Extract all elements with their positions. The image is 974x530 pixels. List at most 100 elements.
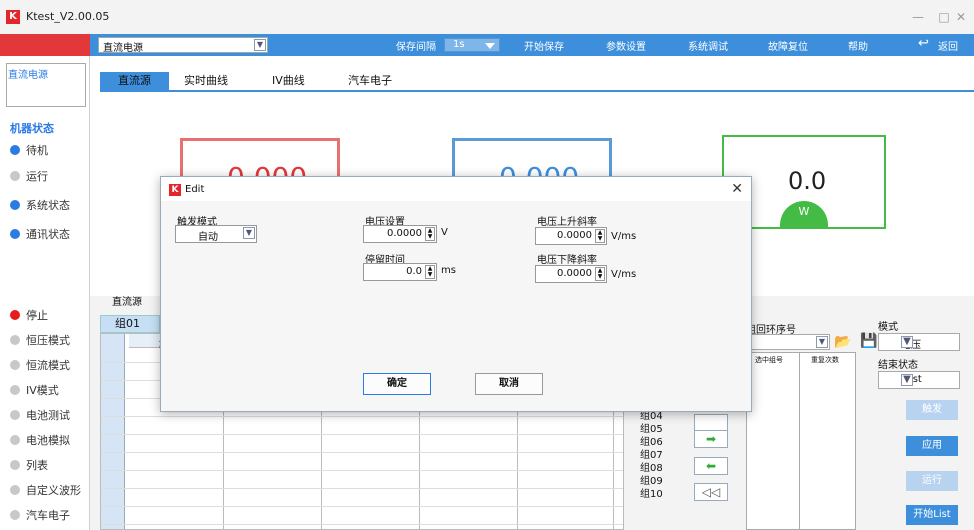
loop-select[interactable]: ▼: [746, 334, 830, 350]
mode-custom-wave[interactable]: 自定义波形: [10, 482, 81, 498]
mode-list[interactable]: 列表: [10, 457, 48, 473]
rewind-icon[interactable]: ◁◁: [694, 483, 728, 501]
save-interval-select[interactable]: 1s: [444, 38, 500, 52]
radio-dot-icon: [10, 335, 20, 345]
mode-label: 模式: [878, 322, 898, 333]
radio-dot-icon: [10, 410, 20, 420]
start-list-button[interactable]: 开始List: [906, 505, 958, 525]
radio-dot-icon: [10, 385, 20, 395]
lower-tab-dc-source[interactable]: 直流源: [112, 293, 142, 308]
run-button[interactable]: 运行: [906, 471, 958, 491]
spin-arrows-icon[interactable]: ▲ ▼: [595, 267, 605, 281]
fall-slope-spinbox[interactable]: 0.0000 ▲ ▼: [535, 265, 607, 283]
end-state-select[interactable]: Last ▼: [878, 371, 960, 389]
dialog-title-bar: K Edit ✕: [161, 177, 751, 201]
fall-unit: V/ms: [611, 269, 637, 280]
group-list: 组04 组05 组06 组07 组08 组09 组10: [640, 410, 682, 501]
state-running: 运行: [10, 168, 48, 184]
rise-slope-label: 电压上升斜率: [537, 217, 597, 228]
mode-cc[interactable]: 恒流模式: [10, 357, 70, 373]
trigger-button[interactable]: 触发: [906, 400, 958, 420]
radio-dot-icon: [10, 435, 20, 445]
spin-arrows-icon[interactable]: ▲ ▼: [425, 227, 435, 241]
status-dot-icon: [10, 310, 20, 320]
brand-bar: [0, 34, 90, 56]
mode-battery-test[interactable]: 电池测试: [10, 407, 70, 423]
table-row: [101, 452, 623, 453]
list-item[interactable]: 组09: [640, 475, 682, 488]
status-dot-icon: [10, 171, 20, 181]
mode-stop[interactable]: 停止: [10, 307, 48, 323]
save-interval-value: 1s: [453, 39, 465, 50]
cancel-button[interactable]: 取消: [475, 373, 543, 395]
radio-dot-icon: [10, 485, 20, 495]
source-indicator: 直流电源: [6, 63, 86, 107]
title-bar: [0, 0, 974, 34]
power-value: 0.0: [788, 167, 827, 195]
help-button[interactable]: 帮助: [848, 38, 868, 53]
loop-divider: [799, 353, 800, 529]
list-item[interactable]: 组10: [640, 488, 682, 501]
tab-dc-source[interactable]: 直流源: [100, 72, 169, 90]
arrow-left-icon[interactable]: ⬅: [694, 457, 728, 475]
list-item[interactable]: 组08: [640, 462, 682, 475]
dialog-logo-icon: K: [169, 184, 181, 196]
radio-dot-icon: [10, 460, 20, 470]
tab-iv-curve[interactable]: IV曲线: [254, 72, 323, 90]
param-settings-button[interactable]: 参数设置: [606, 38, 646, 53]
loop-table[interactable]: 选中组号 重复次数: [746, 352, 856, 530]
dialog-title: Edit: [185, 184, 205, 195]
mode-select[interactable]: 电压 ▼: [878, 333, 960, 351]
table-row: [101, 488, 623, 489]
list-item[interactable]: 组07: [640, 449, 682, 462]
back-arrow-icon[interactable]: ↩: [918, 36, 929, 51]
dwell-time-spinbox[interactable]: 0.0 ▲ ▼: [363, 263, 437, 281]
system-debug-button[interactable]: 系统调试: [688, 38, 728, 53]
radio-dot-icon: [10, 510, 20, 520]
row-header-column: [101, 334, 125, 529]
trigger-mode-select[interactable]: 自动 ▼: [175, 225, 257, 243]
apply-button[interactable]: 应用: [906, 436, 958, 456]
mode-auto-electronics[interactable]: 汽车电子: [10, 507, 70, 523]
fault-reset-button[interactable]: 故障复位: [768, 38, 808, 53]
mode-battery-sim[interactable]: 电池模拟: [10, 432, 70, 448]
save-icon[interactable]: 💾: [860, 333, 877, 349]
rise-slope-spinbox[interactable]: 0.0000 ▲ ▼: [535, 227, 607, 245]
save-interval-label: 保存间隔: [396, 42, 436, 53]
close-window-button[interactable]: ✕: [950, 8, 972, 26]
mode-cv[interactable]: 恒压模式: [10, 332, 70, 348]
back-button[interactable]: 返回: [938, 38, 958, 53]
loop-col-repeat: 重复次数: [811, 356, 839, 364]
table-row: [101, 506, 623, 507]
source-select[interactable]: 直流电源 ▼: [98, 37, 268, 54]
tab-auto-electronics[interactable]: 汽车电子: [330, 72, 410, 90]
edit-dialog: K Edit ✕ 触发模式 自动 ▼ 电压设置 0.0000 ▲ ▼ V 停留时间…: [160, 176, 752, 412]
dwell-unit: ms: [441, 265, 456, 276]
folder-open-icon[interactable]: 📂: [834, 334, 851, 350]
dropdown-arrow-icon: [485, 43, 495, 49]
start-save-button[interactable]: 开始保存: [524, 38, 564, 53]
tab-realtime-curve[interactable]: 实时曲线: [166, 72, 246, 90]
voltage-spinbox[interactable]: 0.0000 ▲ ▼: [363, 225, 437, 243]
end-state-label: 结束状态: [878, 360, 918, 371]
source-indicator-label: 直流电源: [8, 70, 48, 81]
list-item[interactable]: 组06: [640, 436, 682, 449]
arrow-right-icon[interactable]: ➡: [694, 430, 728, 448]
trigger-mode-value: 自动: [198, 232, 218, 243]
minimize-button[interactable]: —: [904, 8, 932, 26]
voltage-unit: V: [441, 227, 448, 238]
status-dot-icon: [10, 145, 20, 155]
spin-arrows-icon[interactable]: ▲ ▼: [595, 229, 605, 243]
ok-button[interactable]: 确定: [363, 373, 431, 395]
table-row: [101, 470, 623, 471]
fall-input-value: 0.0000: [557, 268, 592, 279]
group-tab[interactable]: 组01: [100, 315, 160, 333]
tab-underline: [100, 90, 974, 92]
list-item[interactable]: 组05: [640, 423, 682, 436]
chevron-down-icon: ▼: [901, 336, 913, 348]
close-icon[interactable]: ✕: [731, 181, 743, 197]
app-logo-icon: K: [6, 10, 20, 24]
loop-col-group: 选中组号: [755, 356, 783, 364]
spin-arrows-icon[interactable]: ▲ ▼: [425, 265, 435, 279]
mode-iv[interactable]: IV模式: [10, 382, 59, 398]
